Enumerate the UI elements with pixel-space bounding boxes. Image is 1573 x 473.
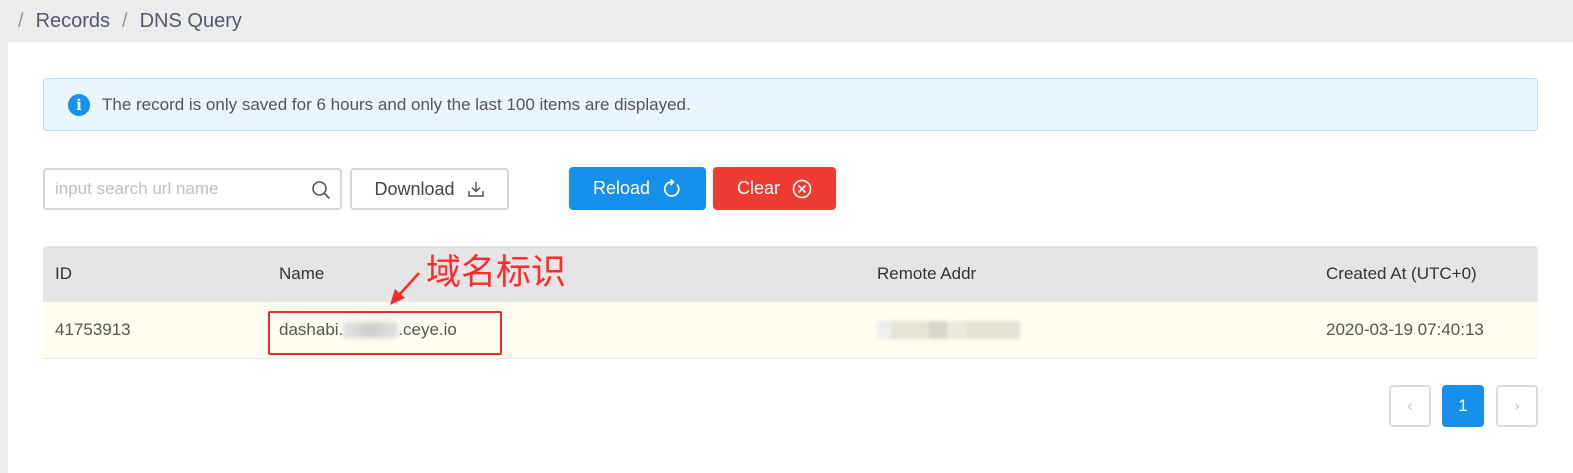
search-icon[interactable] (311, 180, 331, 200)
breadcrumb-item-dns-query: DNS Query (139, 9, 242, 32)
annotation-label: 域名标识 (426, 253, 567, 293)
cell-id: 41753913 (55, 320, 131, 339)
info-alert: i The record is only saved for 6 hours a… (43, 78, 1538, 131)
cell-created-at: 2020-03-19 07:40:13 (1326, 320, 1484, 339)
pagination-next-button[interactable]: › (1496, 385, 1538, 427)
clear-button[interactable]: Clear (713, 167, 836, 210)
column-header-name[interactable]: Name (279, 264, 324, 284)
annotation-arrow-icon (390, 272, 420, 305)
search-box (43, 168, 342, 210)
pagination-prev-button[interactable]: ‹ (1389, 385, 1431, 427)
info-icon: i (68, 93, 90, 116)
search-input[interactable] (45, 170, 295, 208)
reload-icon (663, 178, 680, 197)
clear-button-label: Clear (736, 178, 780, 198)
annotation-highlight-box (268, 311, 502, 355)
breadcrumb-item-records[interactable]: Records (36, 10, 110, 33)
redacted-remote-addr (877, 321, 1020, 339)
alert-message: The record is only saved for 6 hours and… (102, 94, 691, 114)
breadcrumb-separator: / (18, 9, 24, 32)
breadcrumb-separator: / (122, 9, 128, 32)
download-button[interactable]: Download (350, 168, 509, 210)
cell-remote-addr (877, 321, 1020, 339)
close-circle-icon (792, 179, 812, 198)
download-button-label: Download (374, 178, 455, 199)
table-header: ID Name Remote Addr Created At (UTC+0) (43, 246, 1538, 302)
column-header-created-at[interactable]: Created At (UTC+0) (1326, 264, 1477, 284)
content-panel: i The record is only saved for 6 hours a… (8, 42, 1573, 473)
reload-button-label: Reload (592, 178, 651, 198)
column-header-id[interactable]: ID (55, 264, 72, 284)
breadcrumb: / Records / DNS Query (0, 0, 1573, 42)
download-icon (467, 182, 484, 197)
column-header-remote-addr[interactable]: Remote Addr (877, 264, 976, 284)
reload-button[interactable]: Reload (569, 167, 706, 210)
pagination-page-1[interactable]: 1 (1442, 385, 1484, 427)
